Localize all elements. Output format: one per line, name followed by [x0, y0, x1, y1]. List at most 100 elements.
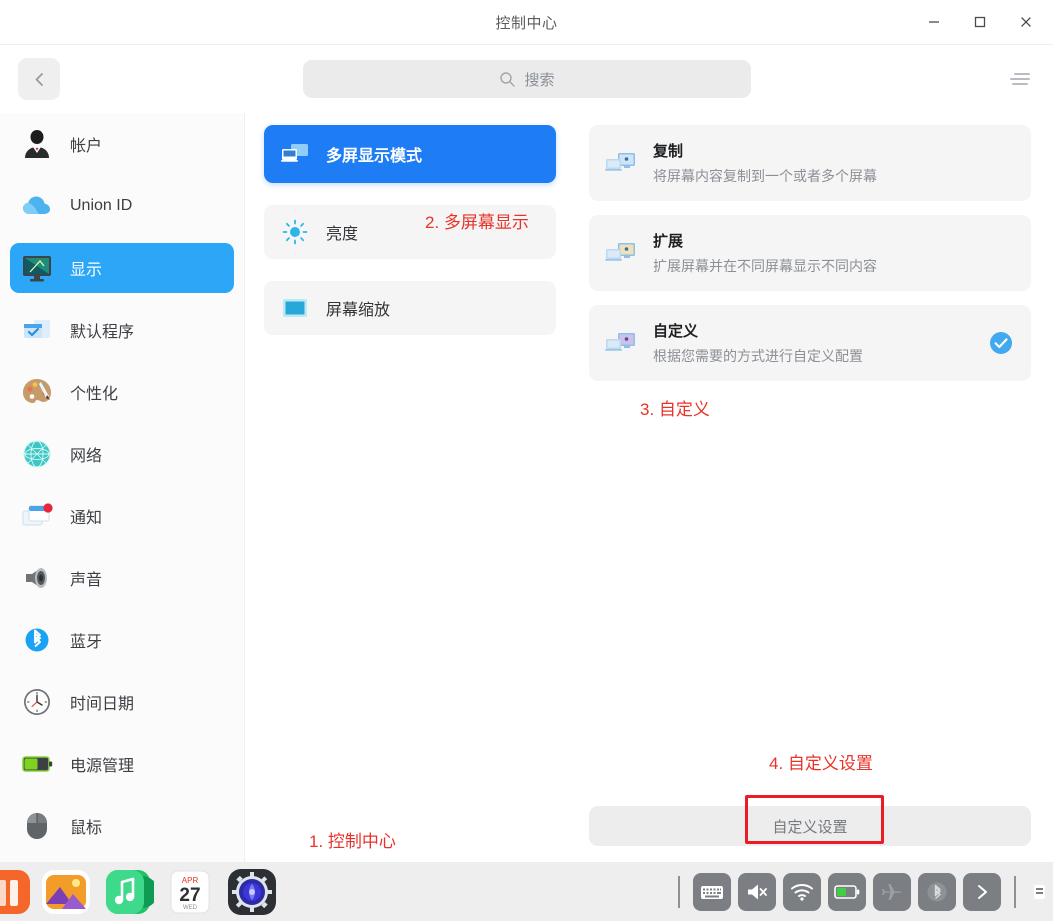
option-title: 复制 [653, 143, 684, 160]
tray-divider-2 [1014, 875, 1016, 908]
toolbar: 搜索 [0, 45, 1053, 113]
account-icon [18, 125, 56, 163]
sidebar-item-mouse[interactable]: 鼠标 [10, 801, 234, 851]
sidebar-item-label: 鼠标 [70, 820, 103, 837]
airplane-mode-icon[interactable] [873, 872, 911, 911]
close-button[interactable] [1003, 1, 1049, 43]
sidebar-item-label: 电源管理 [70, 758, 135, 775]
search-placeholder: 搜索 [524, 71, 555, 89]
chevron-left-icon [35, 72, 43, 86]
section-label: 多屏显示模式 [326, 148, 423, 165]
sidebar-item-label: 网络 [70, 448, 103, 465]
system-tray [672, 862, 1053, 921]
dock-apps: APR 27 WED [0, 866, 278, 918]
option-title: 自定义 [653, 323, 699, 340]
option-extend[interactable]: 扩展 扩展屏幕并在不同屏幕显示不同内容 [589, 215, 1031, 291]
dock: APR 27 WED [0, 862, 1053, 921]
sidebar-item-datetime[interactable]: 时间日期 [10, 677, 234, 727]
custom-settings-button[interactable]: 自定义设置 [589, 806, 1031, 846]
title-bar: 控制中心 [0, 0, 1053, 45]
tray-overflow-icon[interactable] [1029, 873, 1049, 911]
minimize-button[interactable] [911, 1, 957, 43]
battery-icon[interactable] [828, 872, 866, 911]
sidebar-item-label: 显示 [70, 262, 103, 279]
option-custom[interactable]: 自定义 根据您需要的方式进行自定义配置 [589, 305, 1031, 381]
screen-scale-icon [280, 295, 310, 321]
annotation-4: 4. 自定义设置 [769, 754, 873, 773]
tray-divider [678, 875, 680, 908]
sidebar-item-label: 声音 [70, 572, 103, 589]
option-description: 根据您需要的方式进行自定义配置 [653, 348, 863, 364]
back-button[interactable] [18, 58, 60, 100]
sidebar-item-personalization[interactable]: 个性化 [10, 367, 234, 417]
section-label: 屏幕缩放 [326, 302, 391, 319]
cloud-icon [18, 187, 56, 225]
menu-button[interactable] [1001, 60, 1039, 98]
custom-settings-button-wrapper: 自定义设置 [589, 806, 1031, 846]
window-controls [911, 0, 1049, 44]
mouse-icon [18, 807, 56, 845]
sound-speaker-icon [18, 559, 56, 597]
bluetooth-icon[interactable] [918, 872, 956, 911]
option-duplicate[interactable]: 复制 将屏幕内容复制到一个或者多个屏幕 [589, 125, 1031, 201]
sidebar: 帐户 Union ID 显示 默认程序 个性化 网络 通知 声音 蓝牙 时间日期… [0, 113, 245, 862]
hamburger-icon [1010, 70, 1030, 88]
control-center-icon[interactable] [226, 866, 278, 918]
section-label: 亮度 [326, 226, 359, 243]
section-screen-scaling[interactable]: 屏幕缩放 [264, 281, 556, 335]
sidebar-item-bluetooth[interactable]: 蓝牙 [10, 615, 234, 665]
status-badge [989, 331, 1013, 355]
sidebar-item-sound[interactable]: 声音 [10, 553, 234, 603]
clock-icon [18, 683, 56, 721]
multi-screen-icon [280, 141, 310, 167]
option-description: 将屏幕内容复制到一个或者多个屏幕 [653, 168, 877, 184]
control-center-window: 控制中心 搜索 帐户 Union ID 显示 默认程序 个性化 网络 通知 声音… [0, 0, 1053, 862]
wifi-icon[interactable] [783, 872, 821, 911]
music-icon[interactable] [102, 866, 154, 918]
photos-icon[interactable] [40, 866, 92, 918]
sidebar-item-label: 通知 [70, 510, 103, 527]
speaker-muted-icon[interactable] [738, 872, 776, 911]
check-circle-icon [990, 332, 1012, 354]
sidebar-item-label: 时间日期 [70, 696, 135, 713]
page-title: 控制中心 [495, 14, 558, 32]
option-description: 扩展屏幕并在不同屏幕显示不同内容 [653, 258, 877, 274]
extend-screens-icon [603, 238, 639, 268]
bluetooth-icon [18, 621, 56, 659]
option-check-placeholder [989, 241, 1013, 265]
notification-icon [18, 497, 56, 535]
annotation-3: 3. 自定义 [640, 400, 710, 419]
sidebar-item-label: 个性化 [70, 386, 119, 403]
sidebar-item-label: Union ID [70, 197, 133, 214]
calendar-day: 27 [179, 885, 200, 906]
search-field-wrapper: 搜索 [303, 60, 751, 98]
sidebar-item-label: 蓝牙 [70, 634, 103, 651]
personalization-palette-icon [18, 373, 56, 411]
section-multi-screen-mode[interactable]: 多屏显示模式 [264, 125, 556, 183]
app-store-icon[interactable] [0, 866, 30, 918]
brightness-sun-icon [280, 219, 310, 245]
option-texts: 自定义 根据您需要的方式进行自定义配置 [653, 320, 989, 366]
sidebar-item-account[interactable]: 帐户 [10, 119, 234, 169]
expand-chevron-icon[interactable] [963, 872, 1001, 911]
sidebar-item-display[interactable]: 显示 [10, 243, 234, 293]
calendar-weekday: WED [183, 905, 198, 911]
sidebar-item-union-id[interactable]: Union ID [10, 181, 234, 231]
annotation-2: 2. 多屏幕显示 [425, 213, 529, 232]
display-monitor-icon [18, 249, 56, 287]
option-check-placeholder [989, 151, 1013, 175]
option-texts: 复制 将屏幕内容复制到一个或者多个屏幕 [653, 140, 989, 186]
option-title: 扩展 [653, 233, 684, 250]
calendar-icon[interactable]: APR 27 WED [164, 866, 216, 918]
search-input[interactable]: 搜索 [303, 60, 751, 98]
custom-screens-icon [603, 328, 639, 358]
sidebar-item-notifications[interactable]: 通知 [10, 491, 234, 541]
sidebar-item-network[interactable]: 网络 [10, 429, 234, 479]
sidebar-item-default-apps[interactable]: 默认程序 [10, 305, 234, 355]
annotation-1: 1. 控制中心 [309, 832, 396, 851]
calendar-month: APR [182, 876, 199, 885]
keyboard-icon[interactable] [693, 872, 731, 911]
sidebar-item-power[interactable]: 电源管理 [10, 739, 234, 789]
search-icon [499, 71, 516, 88]
maximize-button[interactable] [957, 1, 1003, 43]
